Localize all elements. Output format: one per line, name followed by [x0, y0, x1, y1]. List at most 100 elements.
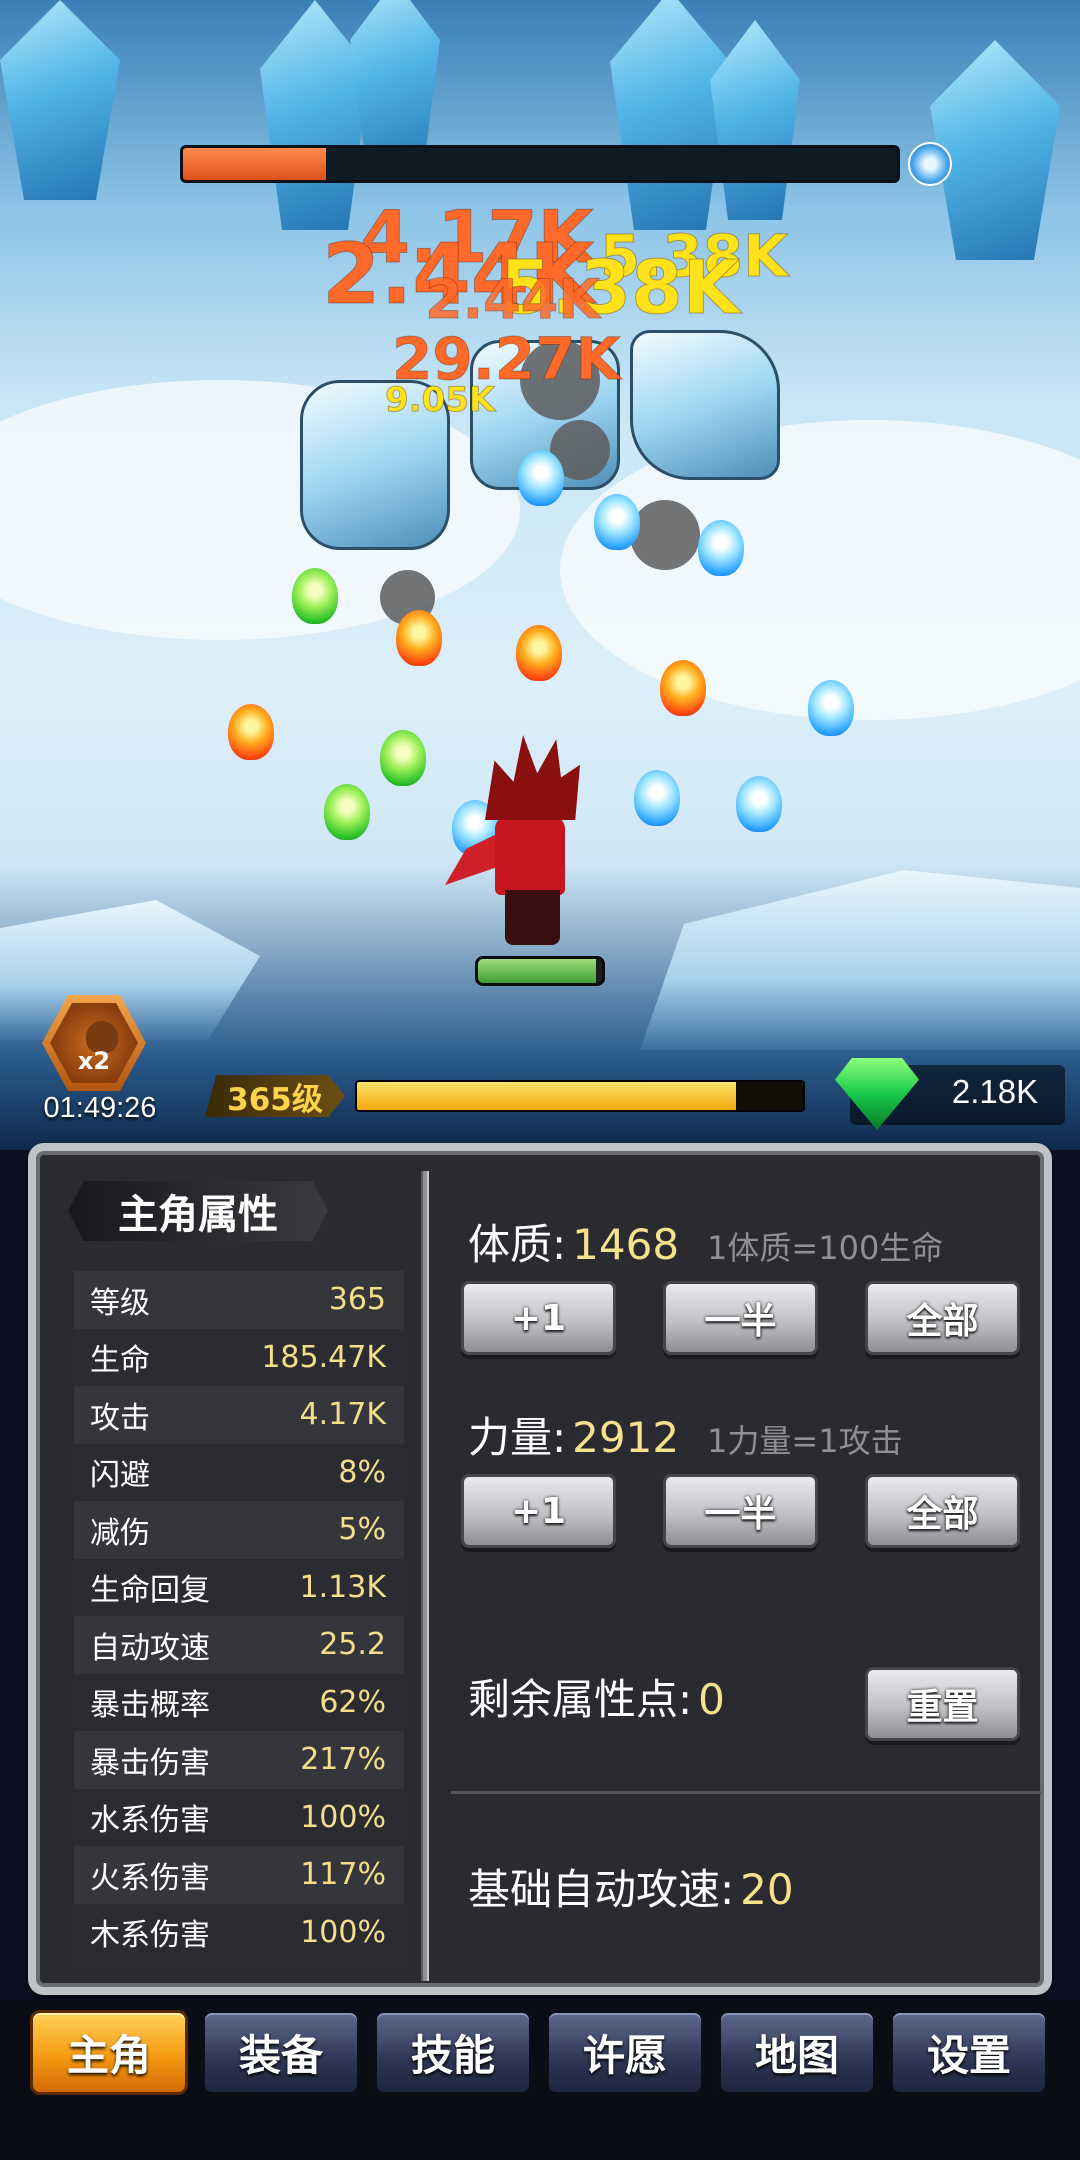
- stat-value: 185.47K: [261, 1339, 386, 1375]
- boss-hp-bar: [180, 145, 900, 183]
- stat-row-auto-attack-speed: 自动攻速 25.2: [74, 1616, 404, 1674]
- water-projectile: [518, 450, 564, 506]
- hero-attributes-panel: 主角属性 等级 365 生命 185.47K 攻击 4.17K 闪避 8% 减伤…: [28, 1143, 1052, 1995]
- strength-label: 力量:: [468, 1413, 567, 1462]
- bottom-navigation: 主角 装备 技能 许愿 地图 设置: [0, 2000, 1080, 2160]
- strength-hint: 1力量=1攻击: [707, 1422, 903, 1460]
- constitution-label: 体质:: [468, 1220, 567, 1269]
- stat-label: 水系伤害: [90, 1803, 210, 1839]
- base-attack-speed-label: 基础自动攻速:: [468, 1865, 735, 1914]
- stat-row-fire-damage: 火系伤害 117%: [74, 1846, 404, 1904]
- hero-hair: [485, 735, 580, 820]
- constitution-value: 1468: [572, 1220, 680, 1269]
- stat-value: 365: [328, 1282, 386, 1318]
- strength-plus-one-button[interactable]: +1: [461, 1474, 616, 1548]
- hero-character: [440, 735, 610, 955]
- remaining-points-line: 剩余属性点: 0: [468, 1666, 725, 1726]
- panel-divider: [421, 1171, 429, 1981]
- stat-label: 自动攻速: [90, 1630, 210, 1666]
- stat-label: 火系伤害: [90, 1860, 210, 1896]
- battle-scene: 4.17K 2.44K 5.38K 5.38K 2.44K 29.27K 9.0…: [0, 0, 1080, 1150]
- hero-body: [495, 815, 565, 895]
- boss-element-icon: [908, 142, 952, 186]
- tab-equipment[interactable]: 装备: [202, 2010, 360, 2095]
- tab-settings[interactable]: 设置: [890, 2010, 1048, 2095]
- boss-right-arm: [630, 330, 780, 480]
- stat-label: 暴击概率: [90, 1688, 210, 1724]
- ice-cliff: [640, 870, 1080, 1050]
- boss-hp-fill: [183, 148, 326, 180]
- boost-timer: 01:49:26: [43, 1092, 157, 1124]
- remaining-points-label: 剩余属性点:: [468, 1675, 693, 1724]
- stat-label: 闪避: [90, 1458, 150, 1494]
- ice-crystal: [710, 20, 800, 220]
- stat-row-damage-reduction: 减伤 5%: [74, 1501, 404, 1559]
- stat-row-hp-regen: 生命回复 1.13K: [74, 1558, 404, 1616]
- water-projectile: [736, 776, 782, 832]
- strength-half-button[interactable]: 一半: [663, 1474, 818, 1548]
- water-projectile: [808, 680, 854, 736]
- stat-row-hp: 生命 185.47K: [74, 1328, 404, 1386]
- hero-legs: [505, 890, 560, 945]
- stat-value: 5%: [338, 1512, 386, 1548]
- fire-projectile: [660, 660, 706, 716]
- section-separator: [451, 1791, 1041, 1794]
- smoke-puff: [630, 500, 700, 570]
- stat-row-crit-chance: 暴击概率 62%: [74, 1673, 404, 1731]
- damage-number: 2.44K: [424, 268, 601, 332]
- stat-value: 217%: [300, 1742, 386, 1778]
- stat-value: 8%: [338, 1454, 386, 1490]
- constitution-half-button[interactable]: 一半: [663, 1281, 818, 1355]
- strength-all-button[interactable]: 全部: [865, 1474, 1020, 1548]
- stat-label: 生命: [90, 1343, 150, 1379]
- stat-value: 117%: [300, 1857, 386, 1893]
- wood-projectile: [324, 784, 370, 840]
- stat-value: 4.17K: [299, 1397, 386, 1433]
- fire-projectile: [396, 610, 442, 666]
- fire-projectile: [516, 625, 562, 681]
- attributes-title: 主角属性: [68, 1181, 328, 1241]
- base-attack-speed-line: 基础自动攻速: 20: [468, 1856, 794, 1916]
- player-level-tag: 365级: [205, 1075, 345, 1117]
- stat-row-dodge: 闪避 8%: [74, 1443, 404, 1501]
- stat-label: 暴击伤害: [90, 1745, 210, 1781]
- stat-label: 减伤: [90, 1515, 150, 1551]
- tab-map[interactable]: 地图: [718, 2010, 876, 2095]
- remaining-points-value: 0: [698, 1675, 725, 1724]
- strength-value: 2912: [572, 1413, 680, 1462]
- stat-label: 等级: [90, 1285, 150, 1321]
- reset-button[interactable]: 重置: [865, 1667, 1020, 1741]
- stat-row-attack: 攻击 4.17K: [74, 1386, 404, 1444]
- wood-projectile: [292, 568, 338, 624]
- stat-label: 攻击: [90, 1400, 150, 1436]
- stat-list: 等级 365 生命 185.47K 攻击 4.17K 闪避 8% 减伤 5% 生…: [74, 1271, 404, 1961]
- stat-row-water-damage: 水系伤害 100%: [74, 1788, 404, 1846]
- fire-projectile: [228, 704, 274, 760]
- water-projectile: [634, 770, 680, 826]
- stat-value: 100%: [300, 1914, 386, 1950]
- xp-progress-fill: [357, 1082, 737, 1110]
- constitution-plus-one-button[interactable]: +1: [461, 1281, 616, 1355]
- constitution-hint: 1体质=100生命: [707, 1229, 944, 1267]
- ice-crystal: [610, 0, 730, 230]
- tab-skills[interactable]: 技能: [374, 2010, 532, 2095]
- hero-hp-bar: [475, 956, 605, 986]
- ice-crystal: [930, 40, 1060, 260]
- stat-label: 生命回复: [90, 1573, 210, 1609]
- stat-value: 25.2: [319, 1627, 386, 1663]
- hero-hp-fill: [478, 959, 596, 983]
- tab-wish[interactable]: 许愿: [546, 2010, 704, 2095]
- water-projectile: [594, 494, 640, 550]
- tab-hero[interactable]: 主角: [30, 2010, 188, 2095]
- stat-row-crit-damage: 暴击伤害 217%: [74, 1731, 404, 1789]
- constitution-line: 体质: 1468 1体质=100生命: [468, 1211, 943, 1271]
- ice-crystal: [260, 0, 370, 230]
- gem-count: 2.18K: [951, 1073, 1039, 1110]
- strength-line: 力量: 2912 1力量=1攻击: [468, 1404, 903, 1464]
- stat-label: 木系伤害: [90, 1918, 210, 1954]
- stat-value: 100%: [300, 1799, 386, 1835]
- xp-progress-bar: [355, 1080, 805, 1112]
- water-projectile: [698, 520, 744, 576]
- base-attack-speed-value: 20: [740, 1865, 794, 1914]
- constitution-all-button[interactable]: 全部: [865, 1281, 1020, 1355]
